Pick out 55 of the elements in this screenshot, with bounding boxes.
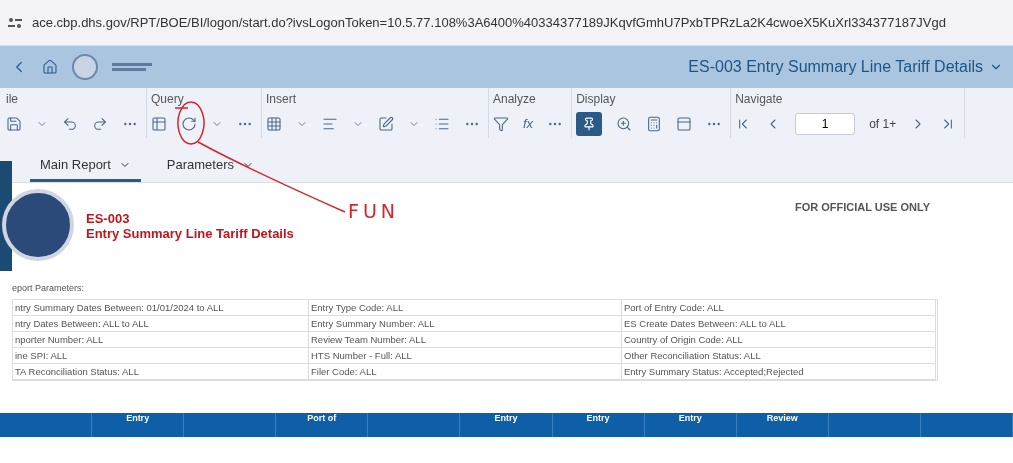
parameter-cell: HTS Number - Full: ALL <box>309 348 622 364</box>
parameter-cell: Country of Origin Code: ALL <box>622 332 936 348</box>
page-field[interactable]: 1 <box>795 112 856 135</box>
filter-icon[interactable] <box>493 115 509 132</box>
group-label: Analyze <box>493 92 537 108</box>
agency-logo <box>72 54 98 80</box>
report-code: ES-003 <box>86 211 131 226</box>
parameter-cell: Review Team Number: ALL <box>309 332 622 348</box>
site-settings-icon[interactable] <box>8 16 22 29</box>
annotation-text: FUN <box>348 200 400 222</box>
parameters-label: eport Parameters: <box>12 283 86 293</box>
parameter-cell: ES Create Dates Between: ALL to ALL <box>622 316 936 332</box>
parameter-cell: Entry Type Code: ALL <box>309 300 622 316</box>
column-header: Review <box>766 413 798 423</box>
redo-icon[interactable] <box>92 115 108 132</box>
parameter-cell: nporter Number: ALL <box>13 332 309 348</box>
parameter-cell: Entry Summary Number: ALL <box>309 316 622 332</box>
report-tab[interactable]: Parameters <box>156 150 264 182</box>
formula-icon[interactable]: fx <box>523 116 534 132</box>
undo-icon[interactable] <box>62 115 78 132</box>
group-label: Query <box>151 92 185 108</box>
column-header: Entry <box>586 413 610 423</box>
home-icon[interactable] <box>42 59 58 75</box>
report-title[interactable]: ES-003 Entry Summary Line Tariff Details <box>688 58 1003 76</box>
refresh-icon[interactable] <box>181 115 197 132</box>
parameter-cell: ine SPI: ALL <box>13 348 309 364</box>
parameter-cell: ntry Summary Dates Between: 01/01/2024 to ALL <box>13 300 309 316</box>
parameter-cell: Port of Entry Code: ALL <box>622 300 936 316</box>
report-tab[interactable]: Main Report <box>30 150 141 182</box>
parameter-cell: ntry Dates Between: ALL to ALL <box>13 316 309 332</box>
calculator-icon[interactable] <box>646 115 663 132</box>
group-label: ile <box>6 92 19 108</box>
column-header: Port of <box>307 413 337 423</box>
save-icon[interactable] <box>6 115 22 132</box>
zoom-icon[interactable] <box>616 115 633 132</box>
text-box-icon[interactable] <box>378 115 394 132</box>
group-label: Display <box>576 92 617 108</box>
panel-icon[interactable] <box>676 115 693 132</box>
parameter-cell: Other Reconciliation Status: ALL <box>622 348 936 364</box>
page-count: of 1+ <box>869 116 897 131</box>
group-label: Navigate <box>735 92 784 108</box>
official-use-notice: FOR OFFICIAL USE ONLY <box>794 201 930 213</box>
pin-icon <box>582 116 597 131</box>
query-panel-icon[interactable] <box>151 115 167 132</box>
group-label: Insert <box>266 92 297 108</box>
table-icon[interactable] <box>266 115 282 132</box>
parameter-cell: TA Reconciliation Status: ALL <box>13 364 309 380</box>
logo-text-drawing <box>112 62 152 72</box>
parameter-cell: Entry Summary Status: Accepted;Rejected <box>622 364 936 380</box>
parameter-cell: Filer Code: ALL <box>309 364 622 380</box>
report-heading: Entry Summary Line Tariff Details <box>86 226 294 241</box>
column-header: Entry <box>678 413 702 423</box>
column-header: Entry <box>126 413 150 423</box>
pin-button[interactable] <box>576 111 603 136</box>
column-header: Entry <box>494 413 518 423</box>
